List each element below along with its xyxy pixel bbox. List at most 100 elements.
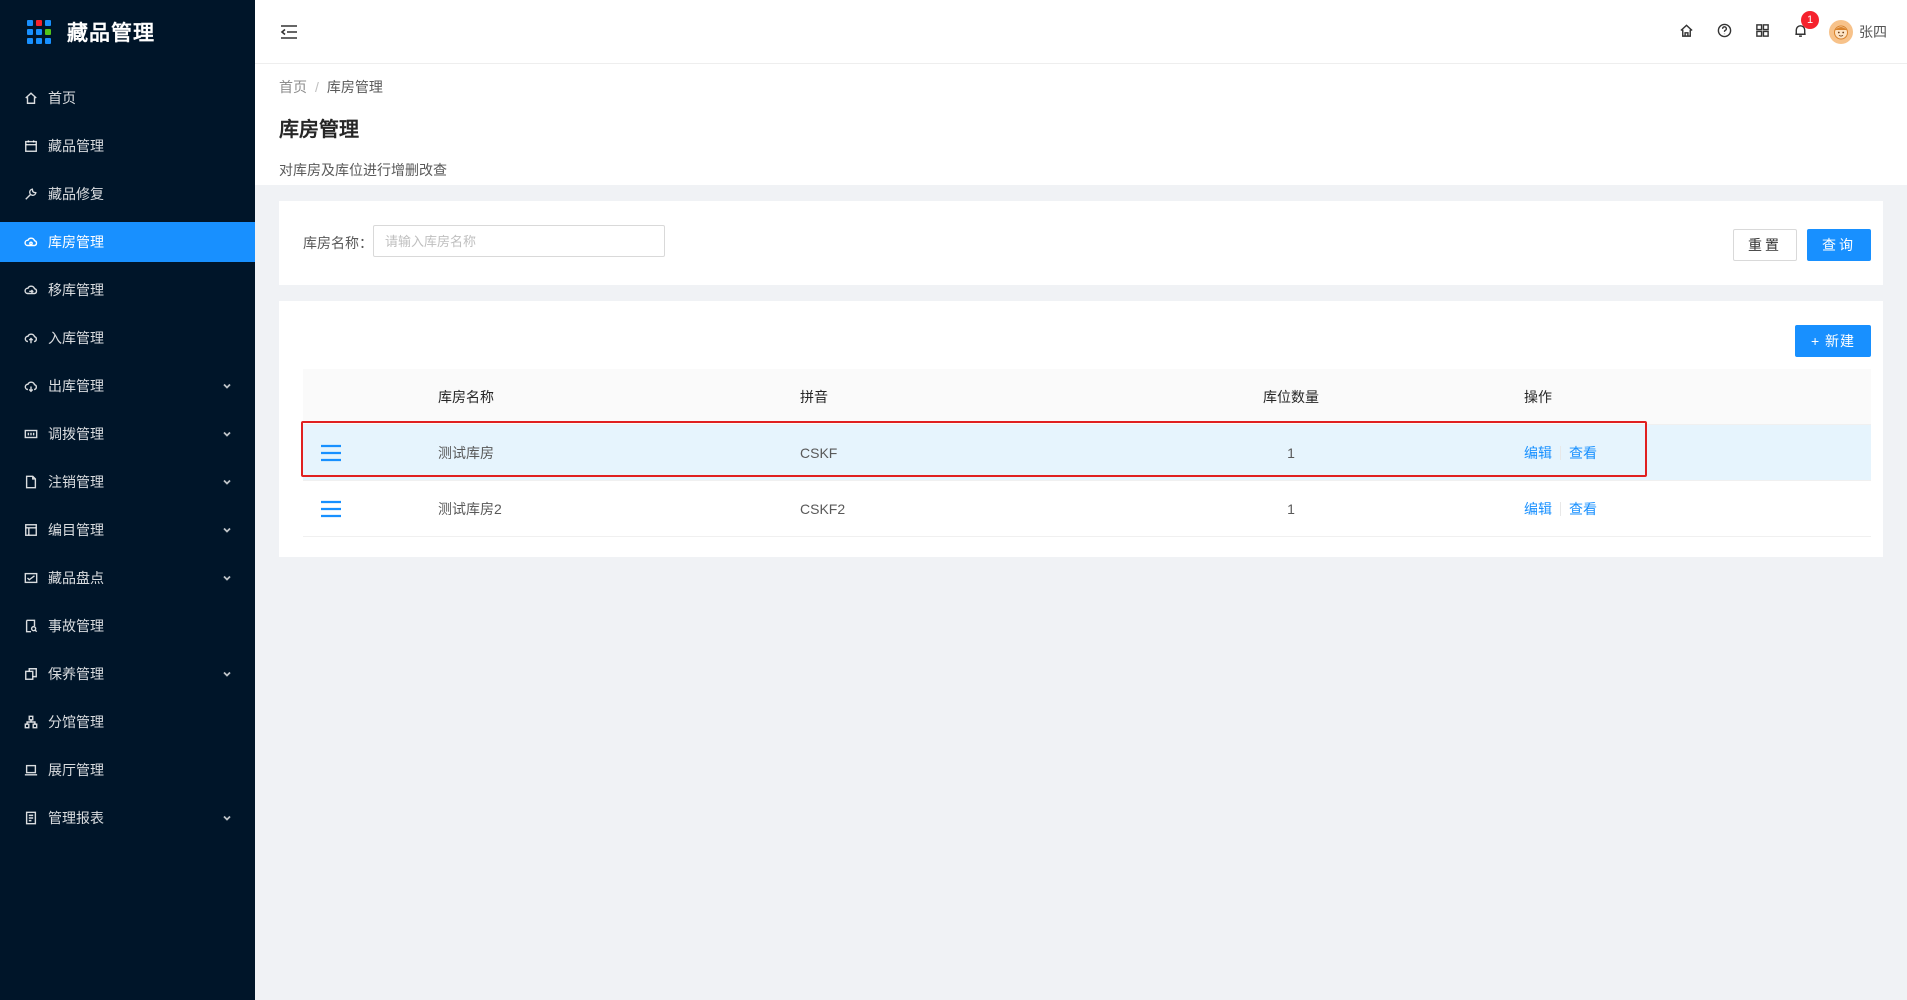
table-row[interactable]: 测试库房2 CSKF2 1 编辑 查看 [303, 481, 1871, 537]
sidebar-item-label: 展厅管理 [48, 762, 104, 778]
page-description: 对库房及库位进行增删改查 [279, 162, 447, 178]
sidebar-item-inbound[interactable]: 入库管理 [0, 318, 255, 358]
sidebar-item-maintain[interactable]: 保养管理 [0, 654, 255, 694]
search-form: 库房名称： 重置 查询 [279, 201, 1883, 285]
warehouse-table: 库房名称 拼音 库位数量 操作 测试库房 CSKF 1 编辑 查看 测试库房2 … [303, 369, 1871, 537]
header-actions: 1 张四 [1667, 0, 1887, 64]
menu-fold-icon[interactable] [279, 22, 299, 42]
sidebar-item-catalog[interactable]: 编目管理 [0, 510, 255, 550]
cloud-download-icon [24, 379, 38, 393]
home-button[interactable] [1667, 0, 1705, 64]
sidebar-item-label: 藏品修复 [48, 186, 104, 202]
avatar-face-icon [1834, 25, 1848, 40]
breadcrumb-home[interactable]: 首页 [279, 77, 307, 97]
chevron-down-icon [221, 379, 235, 393]
edit-link[interactable]: 编辑 [1524, 499, 1552, 519]
transfer-icon [24, 427, 38, 441]
sidebar-item-repair[interactable]: 藏品修复 [0, 174, 255, 214]
sidebar-item-inventory[interactable]: 藏品盘点 [0, 558, 255, 598]
column-header-pinyin: 拼音 [800, 388, 828, 405]
sidebar-item-branch[interactable]: 分馆管理 [0, 702, 255, 742]
view-link[interactable]: 查看 [1569, 443, 1597, 463]
chevron-down-icon [221, 571, 235, 585]
app-title: 藏品管理 [67, 22, 155, 45]
cloud-icon [24, 235, 38, 249]
sidebar-item-home[interactable]: 首页 [0, 78, 255, 118]
sidebar-item-hall[interactable]: 展厅管理 [0, 750, 255, 790]
sidebar-item-transfer[interactable]: 调拨管理 [0, 414, 255, 454]
sidebar-item-label: 库房管理 [48, 234, 104, 250]
sidebar-item-label: 分馆管理 [48, 714, 104, 730]
column-header-name: 库房名称 [438, 388, 494, 405]
notification-badge: 1 [1801, 11, 1819, 29]
user-menu[interactable]: 张四 [1829, 20, 1887, 44]
cell-pinyin: CSKF2 [800, 500, 846, 517]
appstore-icon [1755, 23, 1770, 41]
cloud-upload-icon [24, 331, 38, 345]
sidebar-item-label: 调拨管理 [48, 426, 104, 442]
inventory-icon [24, 571, 38, 585]
home-icon [24, 91, 38, 105]
sidebar-item-label: 首页 [48, 90, 76, 106]
notification-button[interactable]: 1 [1781, 0, 1819, 64]
cell-operation: 编辑 查看 [1524, 425, 1597, 480]
file-icon [24, 475, 38, 489]
sidebar-item-outbound[interactable]: 出库管理 [0, 366, 255, 406]
sidebar-item-label: 出库管理 [48, 378, 104, 394]
column-header-operation: 操作 [1524, 388, 1552, 405]
apps-button[interactable] [1743, 0, 1781, 64]
sidebar-item-collection[interactable]: 藏品管理 [0, 126, 255, 166]
edit-link[interactable]: 编辑 [1524, 443, 1552, 463]
table-card: + 新建 库房名称 拼音 库位数量 操作 测试库房 CSKF 1 编辑 查看 测… [279, 301, 1883, 557]
new-button[interactable]: + 新建 [1795, 325, 1871, 357]
sidebar-item-label: 移库管理 [48, 282, 104, 298]
report-icon [24, 811, 38, 825]
reset-button[interactable]: 重置 [1733, 229, 1797, 261]
cell-pinyin: CSKF [800, 444, 838, 461]
breadcrumb-separator: / [315, 79, 319, 95]
sidebar-item-label: 注销管理 [48, 474, 104, 490]
cell-name: 测试库房 [438, 444, 494, 461]
cell-count: 1 [1287, 500, 1295, 517]
chevron-down-icon [221, 475, 235, 489]
breadcrumb: 首页 / 库房管理 [279, 77, 1883, 97]
drag-handle-icon[interactable] [319, 481, 347, 536]
wrench-icon [24, 187, 38, 201]
catalog-icon [24, 523, 38, 537]
calendar-icon [24, 139, 38, 153]
column-header-count: 库位数量 [1263, 388, 1319, 405]
sidebar-item-accident[interactable]: 事故管理 [0, 606, 255, 646]
question-icon [1717, 23, 1732, 41]
avatar [1829, 20, 1853, 44]
operation-divider [1560, 501, 1561, 516]
sidebar-item-label: 藏品盘点 [48, 570, 104, 586]
sidebar-menu: 首页 藏品管理 藏品修复 库房管理 移库管理 入库管理 出库管理 调拨管理 注销… [0, 78, 255, 838]
file-search-icon [24, 619, 38, 633]
maintain-icon [24, 667, 38, 681]
cloud-sync-icon [24, 283, 38, 297]
cell-count: 1 [1287, 444, 1295, 461]
cell-name: 测试库房2 [438, 500, 502, 517]
sidebar-item-report[interactable]: 管理报表 [0, 798, 255, 838]
sidebar-item-label: 保养管理 [48, 666, 104, 682]
page-header: 首页 / 库房管理 库房管理 对库房及库位进行增删改查 [255, 64, 1907, 185]
sidebar-item-warehouse[interactable]: 库房管理 [0, 222, 255, 262]
sidebar-item-label: 管理报表 [48, 810, 104, 826]
cluster-icon [24, 715, 38, 729]
warehouse-name-input[interactable] [373, 225, 665, 257]
page-title: 库房管理 [279, 119, 359, 141]
warehouse-name-label: 库房名称： [303, 235, 373, 251]
query-button[interactable]: 查询 [1807, 229, 1871, 261]
chevron-down-icon [221, 667, 235, 681]
sidebar-item-cancel[interactable]: 注销管理 [0, 462, 255, 502]
help-button[interactable] [1705, 0, 1743, 64]
logo[interactable]: 藏品管理 [0, 0, 255, 64]
view-link[interactable]: 查看 [1569, 499, 1597, 519]
table-header: 库房名称 拼音 库位数量 操作 [303, 369, 1871, 425]
username: 张四 [1859, 24, 1887, 40]
sidebar-item-move[interactable]: 移库管理 [0, 270, 255, 310]
sidebar-item-label: 事故管理 [48, 618, 104, 634]
cell-operation: 编辑 查看 [1524, 481, 1597, 536]
table-row[interactable]: 测试库房 CSKF 1 编辑 查看 [303, 425, 1871, 481]
drag-handle-icon[interactable] [319, 425, 347, 480]
